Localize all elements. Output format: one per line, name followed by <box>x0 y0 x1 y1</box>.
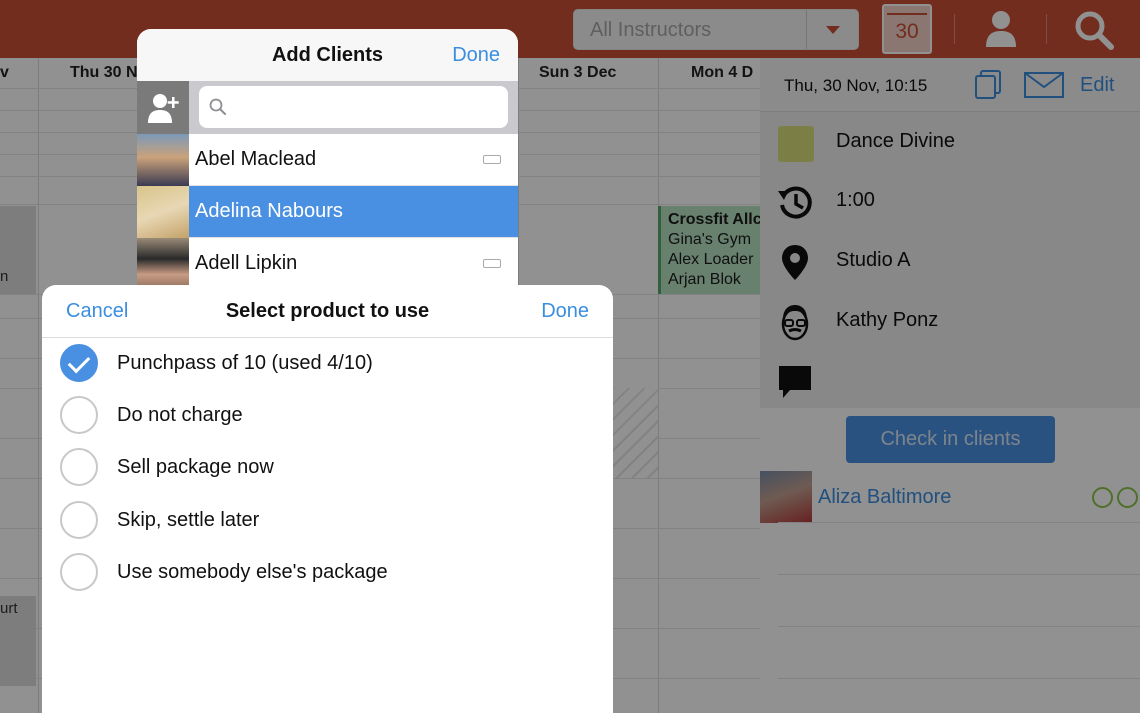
client-list-item[interactable]: Adell Lipkin <box>137 238 518 289</box>
membership-card-icon <box>483 155 501 164</box>
add-clients-popover: Add Clients Done Abel Maclead Adelina Na… <box>137 29 518 289</box>
client-name: Adell Lipkin <box>195 252 298 274</box>
membership-card-icon <box>483 259 501 268</box>
avatar <box>137 134 189 186</box>
client-name: Adelina Nabours <box>195 200 343 222</box>
avatar <box>137 238 189 289</box>
product-option[interactable]: Do not charge <box>42 389 613 441</box>
product-option[interactable]: Use somebody else's package <box>42 546 613 598</box>
radio-unchecked-icon[interactable] <box>60 448 98 486</box>
product-option-label: Skip, settle later <box>117 509 260 531</box>
add-clients-header: Add Clients Done <box>137 29 518 81</box>
product-option[interactable]: Skip, settle later <box>42 494 613 546</box>
product-option-label: Sell package now <box>117 456 274 478</box>
product-option[interactable]: Punchpass of 10 (used 4/10) <box>42 337 613 389</box>
client-search-input[interactable] <box>199 86 508 128</box>
client-list-item[interactable]: Adelina Nabours <box>137 186 518 238</box>
product-option[interactable]: Sell package now <box>42 441 613 493</box>
radio-checked-icon[interactable] <box>60 344 98 382</box>
select-product-sheet: Cancel Select product to use Done Punchp… <box>42 285 613 713</box>
add-clients-done-button[interactable]: Done <box>452 44 500 67</box>
radio-unchecked-icon[interactable] <box>60 553 98 591</box>
client-name: Abel Maclead <box>195 148 317 170</box>
done-button[interactable]: Done <box>541 300 589 323</box>
add-new-client-button[interactable] <box>137 81 189 134</box>
sheet-title: Select product to use <box>225 300 430 322</box>
add-clients-search-bar <box>137 81 518 134</box>
search-icon <box>209 98 226 115</box>
radio-unchecked-icon[interactable] <box>60 501 98 539</box>
avatar <box>137 186 189 238</box>
product-option-label: Do not charge <box>117 404 243 426</box>
product-option-label: Punchpass of 10 (used 4/10) <box>117 352 373 374</box>
sheet-header: Cancel Select product to use Done <box>42 285 613 338</box>
client-list-item[interactable]: Abel Maclead <box>137 134 518 186</box>
product-option-label: Use somebody else's package <box>117 561 388 583</box>
radio-unchecked-icon[interactable] <box>60 396 98 434</box>
add-person-icon <box>148 94 179 123</box>
